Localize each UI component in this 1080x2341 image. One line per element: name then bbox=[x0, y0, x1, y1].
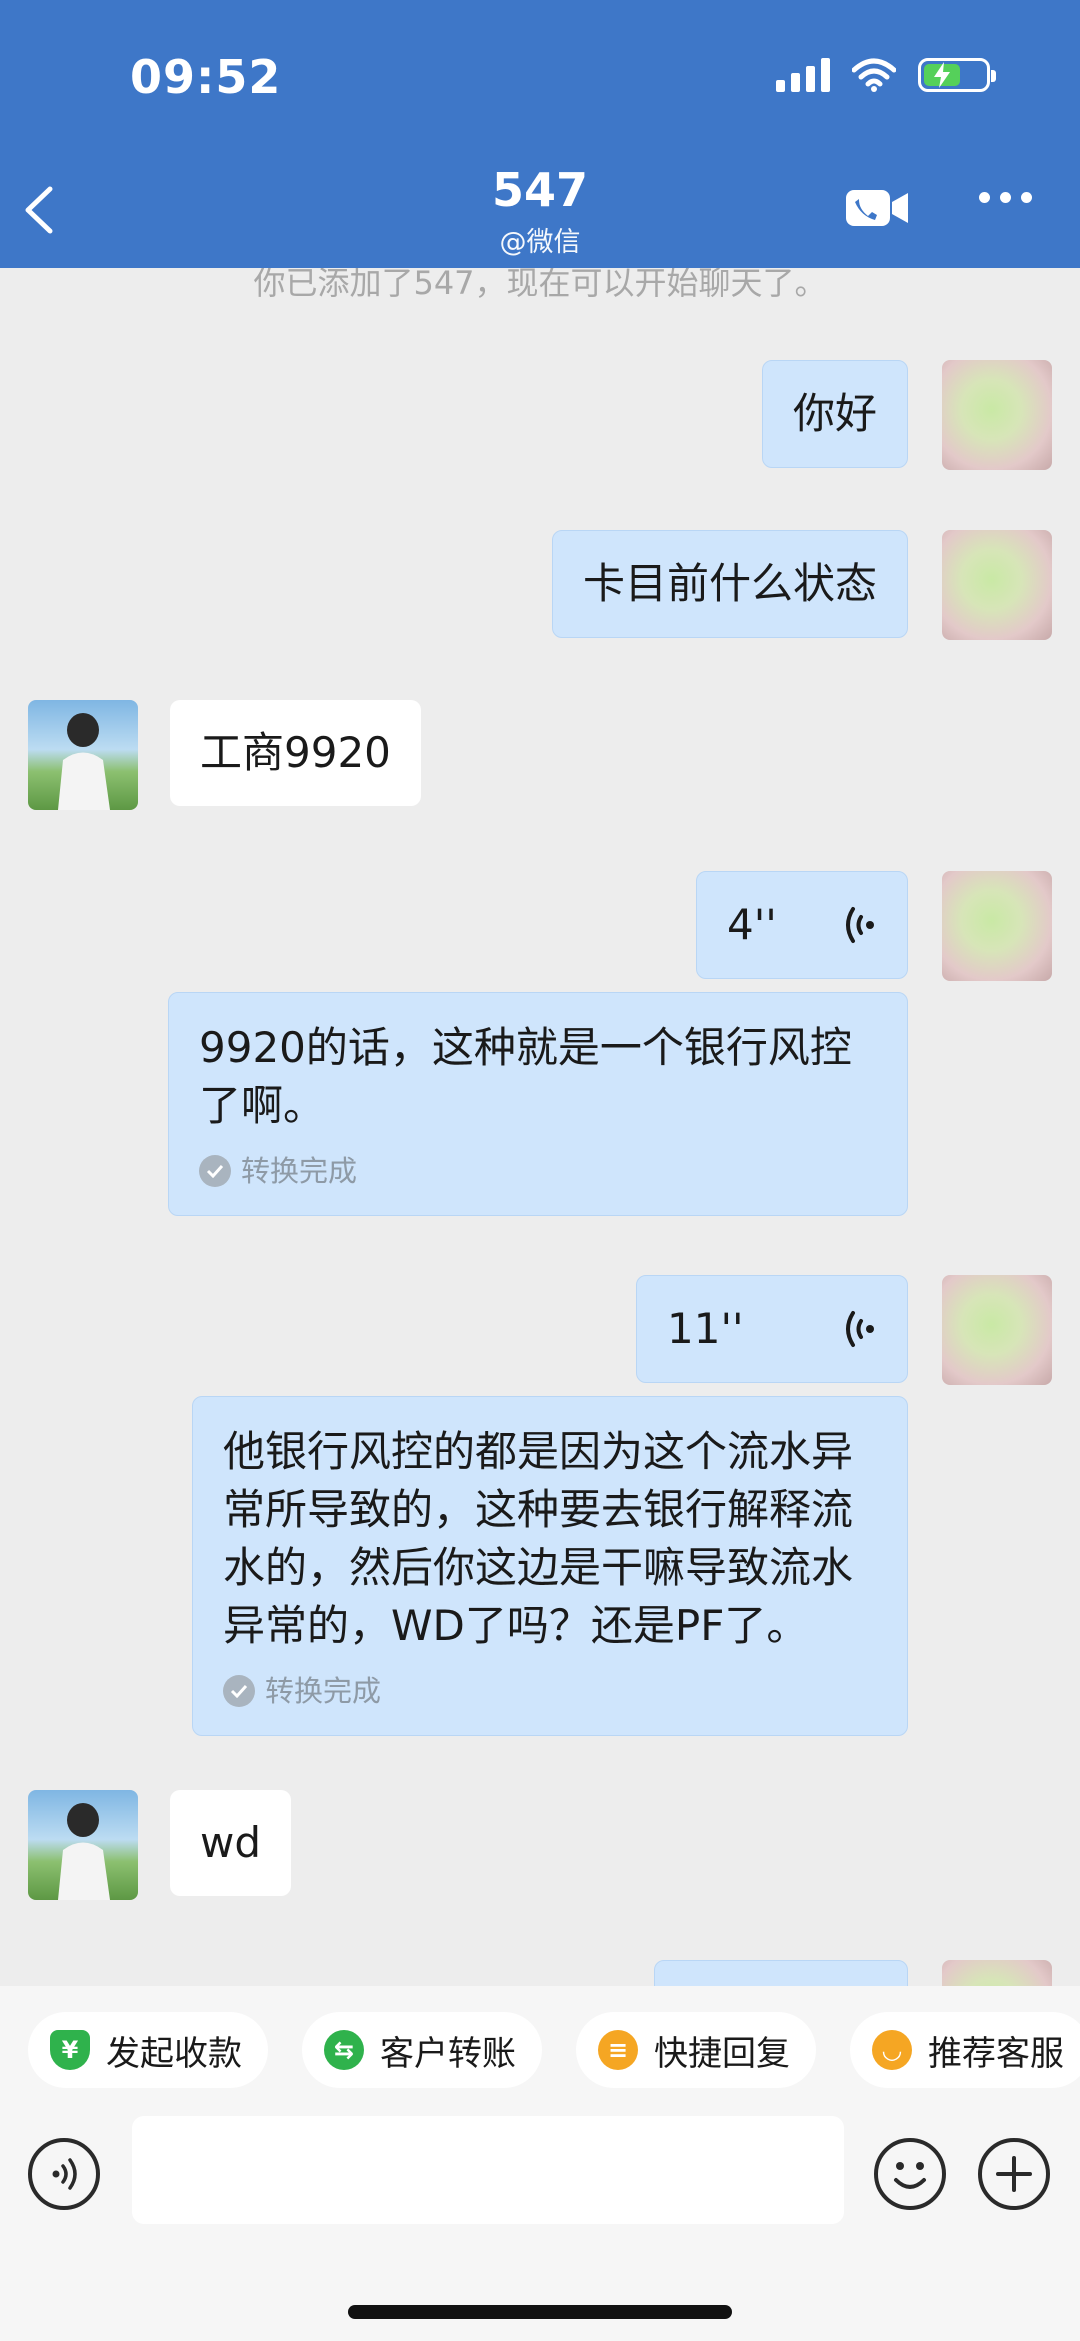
transcript-text: 他银行风控的都是因为这个流水异常所导致的，这种要去银行解释流水的，然后你这边是干… bbox=[223, 1427, 854, 1650]
more-dot-icon bbox=[979, 192, 990, 203]
quick-action-recommend-service[interactable]: ◡ 推荐客服 bbox=[850, 2012, 1080, 2088]
quick-actions-bar: ¥ 发起收款 ⇆ 客户转账 ≡ 快捷回复 ◡ 推荐客服 bbox=[0, 1986, 1080, 2116]
contact-avatar[interactable] bbox=[28, 1790, 138, 1900]
chat-title: 547 bbox=[491, 163, 589, 217]
voice-wave-icon bbox=[846, 1311, 874, 1347]
message-text: wd bbox=[200, 1818, 262, 1867]
transfer-icon: ⇆ bbox=[324, 2030, 364, 2070]
my-avatar[interactable] bbox=[942, 360, 1052, 470]
voice-icon bbox=[52, 2158, 77, 2190]
voice-input-button[interactable] bbox=[28, 2138, 100, 2210]
chat-header: 09:52 547 @微信 bbox=[0, 0, 1080, 268]
chat-subtitle: @微信 bbox=[499, 227, 581, 258]
voice-duration: 4'' bbox=[727, 900, 777, 949]
emoji-button[interactable] bbox=[874, 2138, 946, 2210]
status-time: 09:52 bbox=[130, 50, 282, 104]
emoji-icon bbox=[894, 2162, 926, 2189]
message-bubble-out[interactable]: 你好 bbox=[761, 360, 908, 468]
status-icons bbox=[776, 58, 996, 92]
more-dot-icon bbox=[1000, 192, 1011, 203]
voice-transcript[interactable]: 9920的话，这种就是一个银行风控了啊。 转换完成 bbox=[168, 992, 908, 1216]
my-avatar[interactable] bbox=[942, 1275, 1052, 1385]
input-bar bbox=[0, 2116, 1080, 2341]
quick-action-customer-transfer[interactable]: ⇆ 客户转账 bbox=[302, 2012, 542, 2088]
quick-action-quick-reply[interactable]: ≡ 快捷回复 bbox=[576, 2012, 816, 2088]
home-indicator[interactable] bbox=[348, 2305, 732, 2319]
check-icon bbox=[223, 1675, 255, 1707]
message-bubble-out[interactable]: 卡目前什么状态 bbox=[551, 530, 908, 638]
more-dot-icon bbox=[1021, 192, 1032, 203]
quick-action-collect-payment[interactable]: ¥ 发起收款 bbox=[28, 2012, 268, 2088]
video-call-icon bbox=[846, 190, 908, 226]
yuan-shield-icon: ¥ bbox=[50, 2030, 90, 2070]
voice-message-bubble[interactable]: 11'' bbox=[636, 1275, 908, 1383]
system-note: 你已添加了547，现在可以开始聊天了。 bbox=[253, 268, 827, 302]
voice-transcript[interactable]: 他银行风控的都是因为这个流水异常所导致的，这种要去银行解释流水的，然后你这边是干… bbox=[192, 1396, 908, 1736]
transcript-status: 转换完成 bbox=[223, 1673, 877, 1709]
my-avatar[interactable] bbox=[942, 530, 1052, 640]
message-bubble-in[interactable]: wd bbox=[170, 1790, 292, 1896]
message-bubble-in[interactable]: 工商9920 bbox=[170, 700, 421, 806]
more-functions-button[interactable] bbox=[978, 2138, 1050, 2210]
battery-icon bbox=[918, 58, 996, 92]
contact-avatar[interactable] bbox=[28, 700, 138, 810]
message-text: 你好 bbox=[792, 389, 877, 438]
wifi-icon bbox=[852, 58, 896, 92]
my-avatar[interactable] bbox=[942, 871, 1052, 981]
my-avatar[interactable] bbox=[942, 1960, 1052, 1986]
chat-area[interactable]: 你已添加了547，现在可以开始聊天了。 你好 卡目前什么状态 工商9920 4'… bbox=[0, 268, 1080, 1986]
message-text: 卡目前什么状态 bbox=[582, 559, 877, 608]
signal-icon bbox=[776, 58, 830, 92]
message-input[interactable] bbox=[132, 2116, 844, 2224]
voice-message-bubble[interactable]: 4'' bbox=[696, 871, 908, 979]
transcript-status: 转换完成 bbox=[199, 1153, 877, 1189]
plus-icon bbox=[996, 2156, 1032, 2192]
check-icon bbox=[199, 1155, 231, 1187]
recommend-icon: ◡ bbox=[872, 2030, 912, 2070]
transcript-text: 9920的话，这种就是一个银行风控了啊。 bbox=[199, 1023, 852, 1130]
chat-title-block[interactable]: 547 @微信 bbox=[0, 162, 1080, 259]
message-bubble-out[interactable] bbox=[654, 1960, 908, 1986]
voice-wave-icon bbox=[846, 907, 874, 943]
voice-duration: 11'' bbox=[667, 1304, 744, 1353]
message-text: 工商9920 bbox=[200, 728, 391, 777]
video-call-button[interactable] bbox=[844, 188, 910, 232]
more-button[interactable] bbox=[979, 192, 1032, 203]
quick-reply-icon: ≡ bbox=[598, 2030, 638, 2070]
